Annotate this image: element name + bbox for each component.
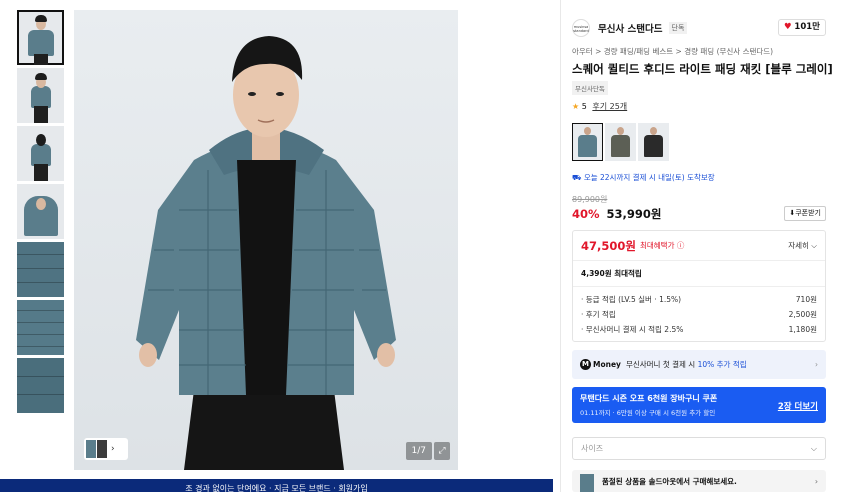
- benefit-detail-toggle[interactable]: 자세히 ⌵: [788, 240, 817, 251]
- max-benefit-row: 47,500원 최대혜택가 ⓘ 자세히 ⌵: [573, 231, 825, 261]
- soldout-banner[interactable]: 품절된 상품을 솔드아웃에서 구매해보세요. ›: [572, 470, 826, 492]
- product-title: 스퀘어 퀼티드 후디드 라이트 패딩 재킷 [블루 그레이]: [572, 62, 833, 76]
- sale-price: 53,990원: [606, 207, 662, 221]
- color-option-blue-gray[interactable]: [572, 123, 603, 161]
- soldout-text: 품절된 상품을 솔드아웃에서 구매해보세요.: [602, 476, 737, 486]
- money-highlight: 10% 추가 적립: [697, 360, 747, 369]
- coupon-download-button[interactable]: ⬇쿠폰받기: [784, 206, 826, 221]
- star-icon: ★: [572, 102, 580, 111]
- money-text-prefix: 무신사머니 첫 결제 시: [625, 360, 696, 369]
- points-row: · 무신사머니 결제 시 적립 2.5% 1,180원: [581, 322, 817, 337]
- original-price: 89,900원: [572, 195, 608, 204]
- points-row: · 후기 적립 2,500원: [581, 307, 817, 322]
- like-button[interactable]: ♥ 101만: [777, 19, 826, 36]
- brand-name[interactable]: 무신사 스탠다드: [598, 21, 663, 35]
- truck-icon: ⛟: [572, 173, 582, 182]
- money-icon: M: [580, 359, 591, 370]
- points-row-label: · 무신사머니 결제 시 적립 2.5%: [581, 325, 684, 334]
- points-row-label: · 후기 적립: [581, 310, 616, 319]
- chevron-down-icon: ⌵: [810, 443, 817, 453]
- main-product-image[interactable]: › 1/7 ⤢: [74, 10, 458, 470]
- sale-price-row: 40% 53,990원: [572, 206, 662, 222]
- points-breakdown: · 등급 적립 (LV.5 실버 · 1.5%) 710원 · 후기 적립 2,…: [573, 287, 825, 337]
- thumbnail-list: [17, 10, 64, 416]
- points-total: 4,390원 최대적립: [573, 261, 825, 287]
- brand-exclusive-badge: 단독: [668, 22, 688, 34]
- chevron-right-icon: ›: [814, 476, 818, 486]
- brand-logo[interactable]: musinsa standard: [572, 19, 590, 37]
- thumbnail-5[interactable]: [17, 242, 64, 297]
- points-row-value: 1,180원: [788, 325, 817, 334]
- coupon-more-link[interactable]: 2장 더보기: [778, 400, 818, 412]
- thumbnail-3[interactable]: [17, 126, 64, 181]
- max-benefit-price: 47,500원: [581, 238, 636, 253]
- model-illustration: [136, 36, 396, 470]
- thumbnail-2[interactable]: [17, 68, 64, 123]
- benefit-box: 47,500원 최대혜택가 ⓘ 자세히 ⌵ 4,390원 최대적립 · 등급 적…: [572, 230, 826, 342]
- review-link[interactable]: 후기 25개: [592, 102, 627, 111]
- rating-row: ★ 5 후기 25개: [572, 101, 627, 112]
- thumbnail-4[interactable]: [17, 184, 64, 239]
- exclusive-tag: 무신사단독: [572, 81, 608, 95]
- points-row-value: 710원: [795, 295, 817, 304]
- max-benefit-label[interactable]: 최대혜택가 ⓘ: [640, 240, 684, 251]
- thumbnail-1[interactable]: [17, 10, 64, 65]
- color-option-khaki[interactable]: [605, 123, 636, 161]
- delivery-info: ⛟ 오늘 22시까지 결제 시 내일(토) 도착보장: [572, 172, 715, 183]
- like-count: 101만: [794, 22, 820, 32]
- delivery-text: 오늘 22시까지 결제 시 내일(토) 도착보장: [583, 173, 715, 182]
- color-option-black[interactable]: [638, 123, 669, 161]
- color-options: [572, 123, 669, 161]
- points-row-value: 2,500원: [788, 310, 817, 319]
- breadcrumb[interactable]: 아우터 > 경량 패딩/패딩 베스트 > 경량 패딩 (무신사 스탠다드): [572, 46, 773, 57]
- mini-thumbnail-strip[interactable]: ›: [84, 438, 128, 460]
- bottom-banner[interactable]: 조 경과 없이는 단여에요 · 지금 모든 브랜드 · 회원가입: [0, 479, 553, 492]
- size-select[interactable]: 사이즈 ⌵: [572, 437, 826, 460]
- money-text: 무신사머니 첫 결제 시 10% 추가 적립: [626, 359, 747, 370]
- coupon-banner[interactable]: 무탠다드 시즌 오프 6천원 장바구니 쿠폰 01.11까지 · 6만원 이상 …: [572, 387, 826, 423]
- points-row: · 등급 적립 (LV.5 실버 · 1.5%) 710원: [581, 292, 817, 307]
- panel-divider: [560, 0, 561, 492]
- heart-icon: ♥: [783, 22, 792, 32]
- points-row-label: · 등급 적립 (LV.5 실버 · 1.5%): [581, 295, 682, 304]
- money-label: Money: [593, 360, 621, 369]
- soldout-product-image: [580, 474, 594, 492]
- brand-row: musinsa standard 무신사 스탠다드 단독 ♥ 101만: [572, 19, 826, 37]
- thumbnail-7[interactable]: [17, 358, 64, 413]
- musinsa-money-banner[interactable]: M Money 무신사머니 첫 결제 시 10% 추가 적립 ›: [572, 350, 826, 379]
- expand-icon[interactable]: ⤢: [434, 442, 450, 460]
- discount-rate: 40%: [572, 207, 600, 221]
- image-counter: 1/7: [405, 442, 432, 460]
- chevron-right-icon: ›: [815, 360, 818, 369]
- rating-value: 5: [581, 102, 587, 111]
- thumbnail-6[interactable]: [17, 300, 64, 355]
- size-placeholder: 사이즈: [581, 444, 604, 453]
- chevron-right-icon[interactable]: ›: [111, 444, 115, 454]
